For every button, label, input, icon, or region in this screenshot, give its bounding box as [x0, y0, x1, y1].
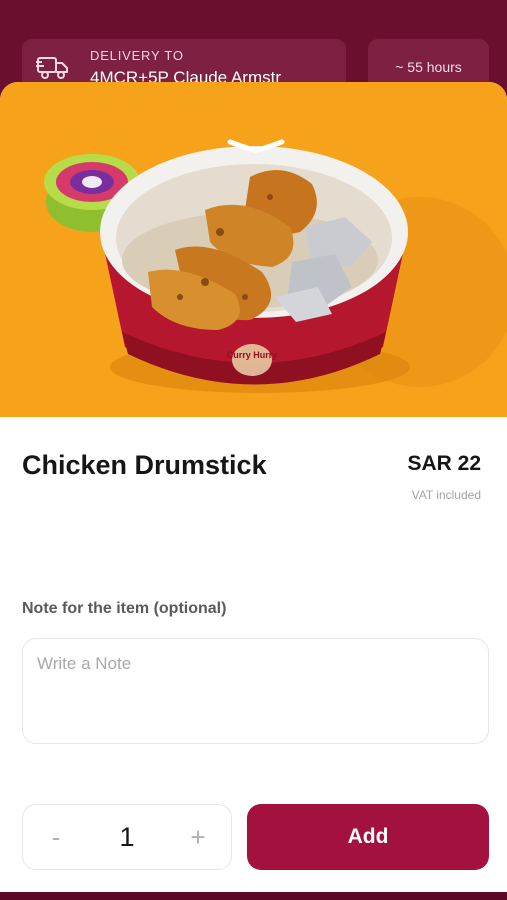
quantity-decrease-button[interactable]: -	[23, 805, 89, 869]
bottom-edge	[0, 892, 507, 900]
item-image: Curry Hurry	[0, 82, 507, 417]
delivery-to-label: DELIVERY TO	[90, 48, 184, 63]
sheet-collapse-chevron-icon[interactable]	[226, 138, 286, 154]
item-detail-sheet: Curry Hurry Chicken Drumstick SAR 22 VAT…	[0, 82, 507, 900]
quantity-stepper: - 1 +	[22, 804, 232, 870]
brand-logo-text: Curry Hurry	[227, 350, 278, 360]
vat-note: VAT included	[411, 488, 481, 502]
note-label: Note for the item (optional)	[22, 600, 227, 617]
add-to-cart-button[interactable]: Add	[247, 804, 489, 870]
note-input[interactable]	[22, 638, 489, 744]
quantity-increase-button[interactable]: +	[165, 805, 231, 869]
item-price: SAR 22	[407, 452, 481, 475]
delivery-eta-text: ~ 55 hours	[395, 59, 462, 75]
item-title: Chicken Drumstick	[22, 450, 267, 480]
quantity-value: 1	[119, 821, 135, 852]
delivery-truck-icon	[36, 55, 70, 81]
